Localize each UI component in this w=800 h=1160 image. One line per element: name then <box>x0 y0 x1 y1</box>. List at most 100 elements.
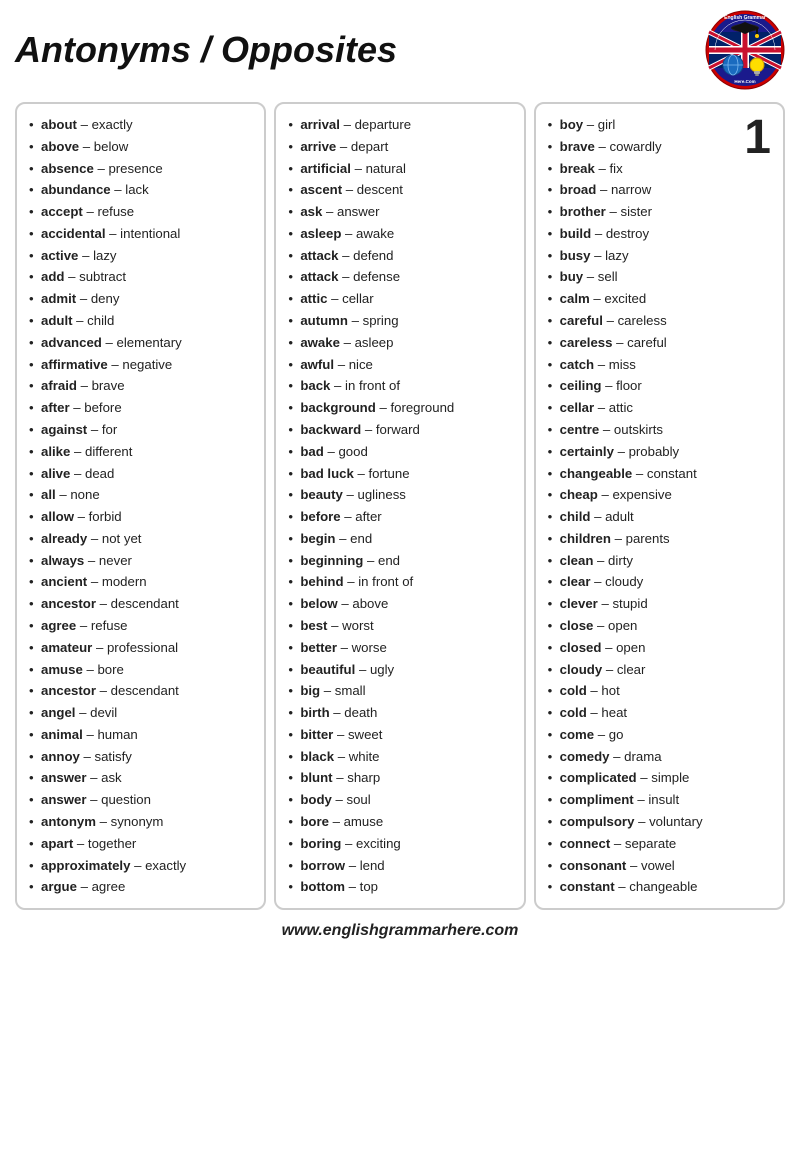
list-item: artificial – natural <box>288 158 511 180</box>
svg-text:Here.Com: Here.Com <box>734 79 755 84</box>
list-item: black – white <box>288 746 511 768</box>
list-item: careful – careless <box>548 310 741 332</box>
list-item: argue – agree <box>29 876 252 898</box>
list-item: careless – careful <box>548 332 741 354</box>
list-item: borrow – lend <box>288 855 511 877</box>
list-item: buy – sell <box>548 266 741 288</box>
list-item: ceiling – floor <box>548 375 741 397</box>
column-1-list: about – exactlyabove – belowabsence – pr… <box>29 114 252 898</box>
list-item: comedy – drama <box>548 746 741 768</box>
list-item: adult – child <box>29 310 252 332</box>
list-item: boring – exciting <box>288 833 511 855</box>
list-item: calm – excited <box>548 288 741 310</box>
column-2: arrival – departurearrive – departartifi… <box>274 102 525 910</box>
list-item: clever – stupid <box>548 593 741 615</box>
list-item: already – not yet <box>29 528 252 550</box>
list-item: cold – heat <box>548 702 741 724</box>
column-3-list: boy – girlbrave – cowardlybreak – fixbro… <box>548 114 741 898</box>
list-item: beginning – end <box>288 550 511 572</box>
list-item: busy – lazy <box>548 245 741 267</box>
list-item: annoy – satisfy <box>29 746 252 768</box>
column-1: about – exactlyabove – belowabsence – pr… <box>15 102 266 910</box>
column-3: boy – girlbrave – cowardlybreak – fixbro… <box>534 102 785 910</box>
list-item: attack – defense <box>288 266 511 288</box>
list-item: children – parents <box>548 528 741 550</box>
list-item: cheap – expensive <box>548 484 741 506</box>
page-number-badge: 1 <box>744 114 771 162</box>
list-item: brother – sister <box>548 201 741 223</box>
list-item: connect – separate <box>548 833 741 855</box>
list-item: accept – refuse <box>29 201 252 223</box>
logo-icon: English Grammar Here.Com <box>705 10 785 90</box>
list-item: cellar – attic <box>548 397 741 419</box>
list-item: admit – deny <box>29 288 252 310</box>
list-item: add – subtract <box>29 266 252 288</box>
list-item: blunt – sharp <box>288 767 511 789</box>
list-item: active – lazy <box>29 245 252 267</box>
list-item: below – above <box>288 593 511 615</box>
page-title: Antonyms / Opposites <box>15 29 397 71</box>
list-item: approximately – exactly <box>29 855 252 877</box>
svg-text:English Grammar: English Grammar <box>724 15 766 21</box>
list-item: build – destroy <box>548 223 741 245</box>
list-item: brave – cowardly <box>548 136 741 158</box>
list-item: big – small <box>288 680 511 702</box>
columns-container: about – exactlyabove – belowabsence – pr… <box>15 102 785 910</box>
list-item: allow – forbid <box>29 506 252 528</box>
list-item: autumn – spring <box>288 310 511 332</box>
list-item: advanced – elementary <box>29 332 252 354</box>
list-item: affirmative – negative <box>29 354 252 376</box>
list-item: before – after <box>288 506 511 528</box>
list-item: after – before <box>29 397 252 419</box>
list-item: clear – cloudy <box>548 571 741 593</box>
list-item: ancestor – descendant <box>29 593 252 615</box>
list-item: changeable – constant <box>548 463 741 485</box>
list-item: agree – refuse <box>29 615 252 637</box>
list-item: cloudy – clear <box>548 659 741 681</box>
list-item: catch – miss <box>548 354 741 376</box>
list-item: clean – dirty <box>548 550 741 572</box>
list-item: constant – changeable <box>548 876 741 898</box>
list-item: closed – open <box>548 637 741 659</box>
list-item: arrive – depart <box>288 136 511 158</box>
list-item: bitter – sweet <box>288 724 511 746</box>
list-item: all – none <box>29 484 252 506</box>
list-item: animal – human <box>29 724 252 746</box>
list-item: against – for <box>29 419 252 441</box>
list-item: accidental – intentional <box>29 223 252 245</box>
list-item: bore – amuse <box>288 811 511 833</box>
list-item: afraid – brave <box>29 375 252 397</box>
list-item: broad – narrow <box>548 179 741 201</box>
list-item: about – exactly <box>29 114 252 136</box>
column-2-list: arrival – departurearrive – departartifi… <box>288 114 511 898</box>
list-item: ancient – modern <box>29 571 252 593</box>
list-item: asleep – awake <box>288 223 511 245</box>
list-item: beautiful – ugly <box>288 659 511 681</box>
list-item: apart – together <box>29 833 252 855</box>
list-item: centre – outskirts <box>548 419 741 441</box>
list-item: ascent – descent <box>288 179 511 201</box>
list-item: amuse – bore <box>29 659 252 681</box>
list-item: birth – death <box>288 702 511 724</box>
list-item: back – in front of <box>288 375 511 397</box>
list-item: angel – devil <box>29 702 252 724</box>
footer-url: www.englishgrammarhere.com <box>15 922 785 940</box>
list-item: close – open <box>548 615 741 637</box>
list-item: awake – asleep <box>288 332 511 354</box>
list-item: come – go <box>548 724 741 746</box>
list-item: complicated – simple <box>548 767 741 789</box>
list-item: beauty – ugliness <box>288 484 511 506</box>
list-item: consonant – vowel <box>548 855 741 877</box>
list-item: attack – defend <box>288 245 511 267</box>
list-item: behind – in front of <box>288 571 511 593</box>
list-item: better – worse <box>288 637 511 659</box>
list-item: begin – end <box>288 528 511 550</box>
list-item: arrival – departure <box>288 114 511 136</box>
list-item: above – below <box>29 136 252 158</box>
list-item: child – adult <box>548 506 741 528</box>
list-item: body – soul <box>288 789 511 811</box>
list-item: always – never <box>29 550 252 572</box>
list-item: alive – dead <box>29 463 252 485</box>
list-item: absence – presence <box>29 158 252 180</box>
list-item: amateur – professional <box>29 637 252 659</box>
